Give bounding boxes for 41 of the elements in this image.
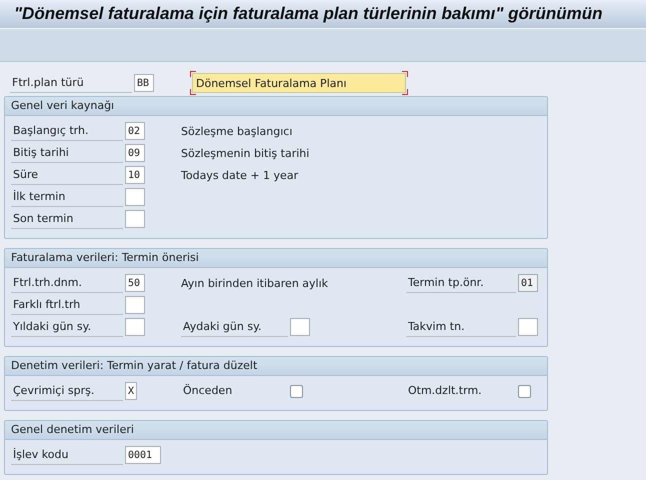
input-field[interactable]: 09 — [125, 144, 145, 162]
input-field[interactable]: X — [125, 382, 137, 400]
group-title: Genel veri kaynağı — [11, 99, 114, 112]
input-field[interactable] — [125, 318, 145, 336]
field-label: Termin tp.önr. — [406, 274, 516, 292]
field-label: Aydaki gün sy. — [181, 318, 288, 336]
input-field[interactable] — [125, 188, 145, 206]
group-title: Genel denetim verileri — [11, 423, 134, 436]
field-label: İşlev kodu — [11, 446, 123, 464]
checkbox[interactable] — [290, 384, 303, 398]
checkbox-label: Önceden — [182, 383, 234, 399]
field-label: Ftrl.plan türü — [10, 74, 132, 92]
input-field[interactable]: BB — [134, 74, 154, 92]
description-text: Todays date + 1 year — [181, 168, 298, 182]
field-label: Farklı ftrl.trh — [11, 296, 123, 314]
input-field[interactable] — [518, 318, 538, 336]
description-field[interactable]: Dönemsel Faturalama Planı — [192, 73, 406, 93]
field-label: İlk termin — [11, 188, 123, 206]
input-field[interactable] — [125, 296, 145, 314]
description-text: Sözleşmenin bitiş tarihi — [181, 146, 310, 160]
checkbox-label: Otm.dzlt.trm. — [407, 383, 483, 399]
group-title: Faturalama verileri: Termin önerisi — [11, 251, 199, 264]
input-field[interactable]: 0001 — [125, 446, 161, 464]
field-label: Ftrl.trh.dnm. — [11, 274, 123, 292]
input-field[interactable]: 10 — [125, 166, 145, 184]
input-field[interactable]: 50 — [125, 274, 145, 292]
checkbox[interactable] — [518, 384, 531, 398]
field-label: Süre — [11, 166, 123, 184]
input-field[interactable] — [290, 318, 310, 336]
field-label: Bitiş tarihi — [11, 144, 123, 162]
description-text: Sözleşme başlangıcı — [181, 124, 292, 138]
field-label: Başlangıç trh. — [11, 122, 123, 140]
input-field[interactable]: 02 — [125, 122, 145, 140]
group-title: Denetim verileri: Termin yarat / fatura düzelt — [11, 359, 258, 372]
field-label: Takvim tn. — [406, 318, 516, 336]
window-title: "Dönemsel faturalama için faturalama plan türlerinin bakımı" görünümün — [13, 4, 603, 24]
field-label: Çevrimiçi sprş. — [11, 382, 123, 400]
field-label: Yıldaki gün sy. — [11, 318, 123, 336]
field-label: Son termin — [11, 210, 123, 228]
input-field[interactable] — [125, 210, 145, 228]
description-text: Ayın birinden itibaren aylık — [181, 276, 328, 290]
